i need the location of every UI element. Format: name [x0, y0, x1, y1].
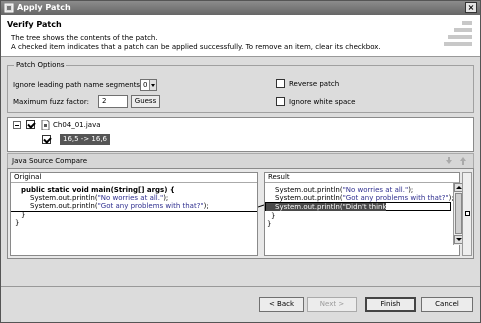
cancel-button[interactable]: Cancel	[421, 297, 473, 312]
ignore-segments-select[interactable]: 0	[140, 79, 157, 91]
code-text: System.out.println(	[275, 194, 343, 202]
patch-options-legend: Patch Options	[14, 61, 67, 69]
chevron-down-icon[interactable]	[149, 80, 156, 90]
original-line-5: }	[15, 219, 20, 227]
result-line-1: System.out.println("No worries at all.")…	[275, 186, 413, 194]
code-string: "Got any problems with that?"	[97, 202, 204, 210]
ignore-segments-label: Ignore leading path name segments:	[13, 81, 143, 89]
file-checkbox[interactable]	[26, 120, 35, 129]
down-arrow-icon[interactable]	[445, 157, 453, 165]
scroll-thumb[interactable]	[455, 193, 462, 234]
code-text: System.out.println(	[30, 202, 98, 210]
compare-title: Java Source Compare	[12, 157, 88, 165]
java-file-icon	[41, 120, 50, 130]
result-pane[interactable]: Result System.out.println("No worries at…	[264, 172, 463, 256]
code-string: "No worries at all."	[97, 194, 164, 202]
result-line-3-selected[interactable]: System.out.println("Didn't think so.");	[266, 203, 407, 211]
collapse-icon[interactable]	[13, 121, 21, 129]
page-description-line1: The tree shows the contents of the patch…	[11, 34, 158, 42]
code-string: "Got any problems with that?"	[342, 194, 449, 202]
original-pane[interactable]: Original public static void main(String[…	[10, 172, 258, 256]
guess-button[interactable]: Guess	[131, 95, 160, 108]
code-text: System.out.println(	[30, 194, 98, 202]
back-button[interactable]: < Back	[259, 297, 304, 312]
result-line-4: }	[271, 212, 276, 220]
up-arrow-icon[interactable]	[459, 157, 467, 165]
wizard-banner-graphic	[444, 21, 472, 51]
code-text: );	[163, 194, 169, 202]
code-text: );	[203, 202, 209, 210]
diff-marker-line	[11, 211, 257, 212]
code-text: );	[408, 186, 414, 194]
original-main-signature: public static void main(String[] args) {	[21, 186, 175, 194]
change-marker[interactable]	[465, 211, 470, 216]
tree-hunk-label[interactable]: 16,5 -> 16,6	[60, 134, 111, 145]
compare-viewer: Original public static void main(String[…	[7, 168, 474, 259]
compare-header: Java Source Compare	[7, 153, 474, 168]
result-line-2: System.out.println("Got any problems wit…	[275, 194, 454, 202]
original-line-4: }	[21, 211, 26, 219]
button-bar-separator	[1, 286, 480, 287]
reverse-patch-label: Reverse patch	[289, 80, 340, 88]
finish-button[interactable]: Finish	[365, 297, 416, 312]
wizard-header: Verify Patch The tree shows the contents…	[1, 15, 480, 57]
code-text: System.out.println(	[275, 186, 343, 194]
apply-patch-dialog: Apply Patch × Verify Patch The tree show…	[0, 0, 481, 323]
original-line-1: public static void main(String[] args) {	[21, 186, 175, 194]
result-pane-header: Result	[265, 173, 459, 183]
original-line-2: System.out.println("No worries at all.")…	[30, 194, 168, 202]
fuzz-factor-input[interactable]: 2	[98, 95, 128, 108]
next-button[interactable]: Next >	[307, 297, 357, 312]
page-title: Verify Patch	[7, 20, 62, 29]
hunk-checkbox[interactable]	[42, 135, 51, 144]
reverse-patch-checkbox[interactable]	[276, 79, 285, 88]
patch-tree: Ch04_01.java 16,5 -> 16,6	[7, 117, 474, 152]
result-line-5: }	[267, 220, 272, 228]
code-string: "No worries at all."	[342, 186, 409, 194]
ignore-segments-value: 0	[143, 81, 148, 89]
patch-icon	[4, 3, 14, 13]
ignore-whitespace-label: Ignore white space	[289, 98, 356, 106]
original-pane-header: Original	[11, 173, 257, 183]
window-title: Apply Patch	[17, 3, 71, 12]
original-line-3: System.out.println("Got any problems wit…	[30, 202, 209, 210]
title-bar: Apply Patch ×	[1, 1, 480, 15]
close-button[interactable]: ×	[465, 2, 477, 13]
overview-ruler[interactable]	[462, 172, 472, 256]
fuzz-factor-label: Maximum fuzz factor:	[13, 98, 89, 106]
tree-file-label[interactable]: Ch04_01.java	[53, 121, 101, 129]
ignore-whitespace-checkbox[interactable]	[276, 97, 285, 106]
page-description-line2: A checked item indicates that a patch ca…	[11, 43, 381, 51]
